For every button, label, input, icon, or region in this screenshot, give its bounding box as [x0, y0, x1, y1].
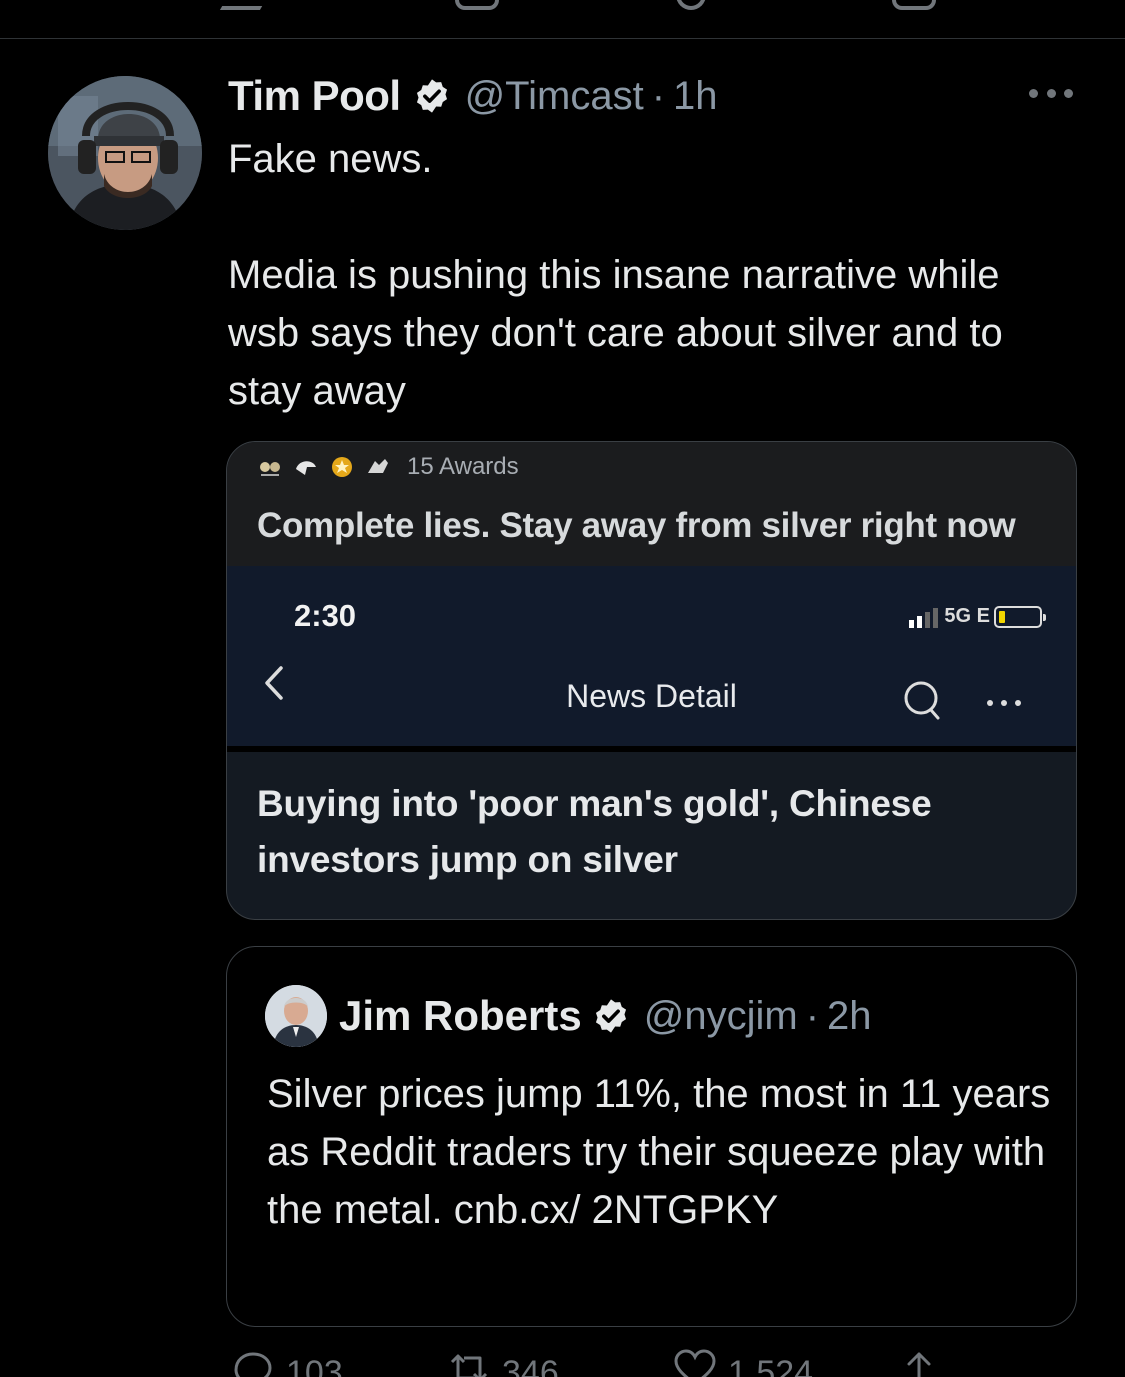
header-separator: · — [651, 73, 666, 118]
retweet-icon — [450, 1354, 488, 1377]
award-icon — [368, 459, 388, 473]
phone-status-bar: 5G E — [909, 604, 1046, 628]
reply-count: 103 — [286, 1354, 343, 1377]
retweet-count: 346 — [502, 1354, 559, 1377]
quoted-author-handle: @nycjim — [643, 993, 798, 1038]
reply-icon — [234, 1352, 272, 1377]
tweet-header: Tim Pool @Timcast · 1h — [228, 72, 718, 120]
signal-icon — [909, 608, 939, 628]
like-count: 1,524 — [728, 1354, 814, 1377]
awards-count: 15 Awards — [407, 453, 519, 480]
awards-row: 15 Awards — [257, 452, 519, 482]
tweet-time[interactable]: 1h — [673, 74, 718, 119]
author-name[interactable]: Tim Pool — [228, 72, 401, 120]
award-icon — [260, 462, 280, 476]
quoted-author-avatar — [265, 985, 327, 1047]
like-icon — [674, 1349, 716, 1377]
more-icon[interactable] — [1029, 86, 1073, 100]
quoted-tweet-text: Silver prices jump 11%, the most in 11 y… — [267, 1072, 1051, 1232]
prev-share-icon[interactable] — [892, 0, 936, 10]
quoted-author-name: Jim Roberts — [339, 992, 582, 1039]
battery-icon — [994, 606, 1046, 628]
retweet-button[interactable]: 346 — [446, 1348, 559, 1377]
search-icon — [904, 681, 940, 720]
award-icon — [332, 457, 352, 477]
prev-reply-icon[interactable] — [219, 0, 277, 10]
quoted-tweet-header: Jim Roberts @nycjim · 2h — [339, 989, 872, 1043]
author-avatar[interactable] — [48, 76, 202, 230]
phone-more-icon — [987, 700, 1021, 708]
reply-button[interactable]: 103 — [230, 1348, 343, 1377]
verified-badge-icon — [416, 79, 447, 113]
award-icon — [296, 461, 316, 475]
quoted-tweet[interactable]: Jim Roberts @nycjim · 2h Silver prices j… — [226, 946, 1077, 1327]
share-button[interactable] — [896, 1348, 942, 1377]
previous-tweet-actions — [0, 0, 1125, 12]
news-nav-title: News Detail — [566, 678, 737, 714]
news-headline: Buying into 'poor man's gold', Chinese i… — [257, 783, 932, 880]
quoted-header-separator: · — [805, 993, 820, 1038]
author-handle[interactable]: @Timcast — [465, 74, 644, 119]
reddit-post-title: Complete lies. Stay away from silver rig… — [257, 506, 1016, 545]
prev-like-icon[interactable] — [676, 0, 706, 10]
tweet-text: Fake news. Media is pushing this insane … — [228, 137, 1003, 413]
verified-badge-icon — [595, 999, 626, 1033]
share-icon — [907, 1352, 931, 1377]
tweet-actions: 103 346 1,524 — [228, 1348, 988, 1377]
quoted-tweet-time: 2h — [827, 993, 872, 1038]
prev-retweet-icon[interactable] — [455, 0, 499, 10]
like-button[interactable]: 1,524 — [672, 1348, 813, 1377]
quoted-avatar-image — [265, 985, 327, 1047]
phone-screenshot: 2:30 5G E News Detail — [227, 566, 1076, 748]
phone-divider — [227, 746, 1076, 752]
divider — [0, 38, 1125, 39]
tweet-media[interactable]: 15 Awards Complete lies. Stay away from … — [226, 441, 1077, 920]
phone-clock: 2:30 — [294, 598, 357, 633]
network-label: 5G E — [944, 605, 990, 627]
avatar-image — [48, 76, 202, 230]
reddit-post-header: 15 Awards Complete lies. Stay away from … — [227, 442, 1076, 566]
